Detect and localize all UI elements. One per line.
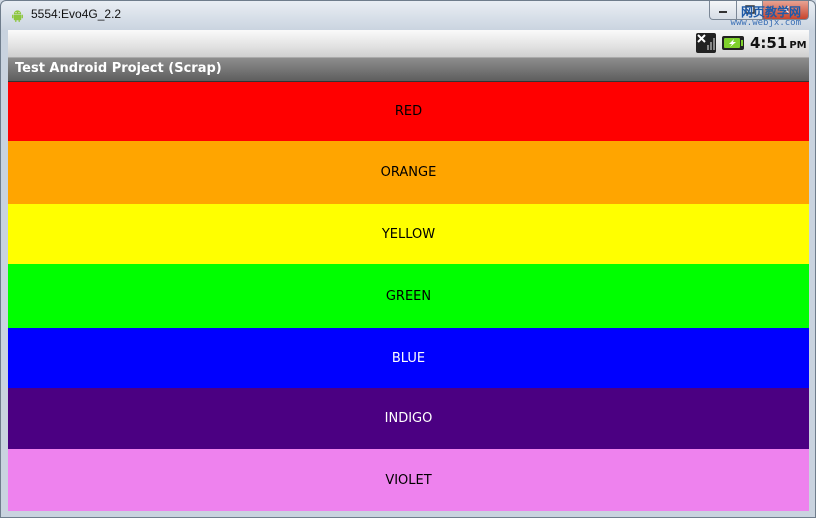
app-title-bar: Test Android Project (Scrap) [8,58,809,82]
color-band-green: GREEN [8,264,809,328]
window-controls: ✕ [709,1,809,21]
color-band-blue: BLUE [8,328,809,388]
status-bar[interactable]: 4:51 PM [8,30,809,58]
color-band-red: RED [8,82,809,141]
color-band-yellow: YELLOW [8,204,809,264]
battery-charging-icon [722,36,744,50]
color-band-violet: VIOLET [8,449,809,511]
status-clock: 4:51 PM [750,34,807,52]
status-time: 4:51 [750,34,788,52]
color-band-orange: ORANGE [8,141,809,204]
minimize-icon [719,11,727,13]
color-band-label: RED [394,104,423,119]
maximize-button[interactable] [737,1,763,20]
color-band-label: ORANGE [380,165,437,180]
android-icon [12,10,23,23]
window-title: 5554:Evo4G_2.2 [31,7,122,21]
device-screen: 4:51 PM Test Android Project (Scrap) RED O… [8,30,809,511]
status-ampm: PM [789,40,807,51]
color-band-label: YELLOW [381,226,436,242]
close-icon: ✕ [780,3,791,17]
window-titlebar[interactable]: 5554:Evo4G_2.2 ✕ 网页教学网 www.webjx.com [1,1,815,29]
no-signal-icon [696,33,716,53]
color-band-label: BLUE [391,350,426,366]
minimize-button[interactable] [709,1,737,20]
maximize-icon [744,5,755,14]
close-button[interactable]: ✕ [763,1,809,20]
color-band-label: VIOLET [385,472,432,488]
color-band-list: RED ORANGE YELLOW GREEN BLUE INDIGO VIOLET [8,82,809,511]
app-title: Test Android Project (Scrap) [15,61,222,76]
color-band-label: INDIGO [384,411,433,426]
emulator-window: 5554:Evo4G_2.2 ✕ 网页教学网 www.webjx.com 4:5… [0,0,816,518]
color-band-label: GREEN [385,288,432,304]
color-band-indigo: INDIGO [8,388,809,449]
